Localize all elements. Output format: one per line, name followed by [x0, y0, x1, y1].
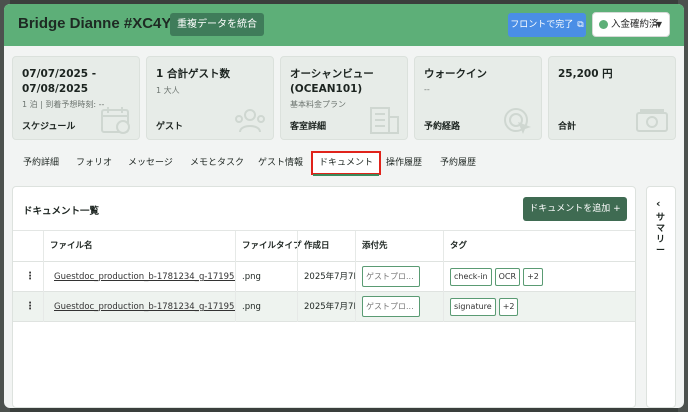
- summary-label: サマリー: [656, 213, 666, 256]
- attach-cell: ゲストプロ...: [355, 262, 443, 292]
- room-plan: 基本料金プラン: [290, 100, 346, 109]
- table-row[interactable]: ⋮ Guestdoc_production_b-1781234_g-171951…: [13, 292, 635, 322]
- summary-side-tab[interactable]: ‹ サマリー: [646, 186, 676, 408]
- header-tags[interactable]: タグ: [443, 231, 635, 262]
- total-label: 合計: [558, 122, 577, 132]
- room-card[interactable]: オーシャンビュー (OCEAN101) 基本料金プラン 客室詳細: [280, 56, 408, 140]
- summary-cards: 07/07/2025 - 07/08/2025 1 泊 | 到着予想時刻: --…: [12, 56, 678, 140]
- tab-folio[interactable]: フォリオ: [76, 150, 112, 176]
- reservation-tabs: 予約詳細 フォリオ メッセージ メモとタスク ゲスト情報 ドキュメント 操作履歴…: [12, 150, 612, 178]
- building-icon: [370, 107, 399, 134]
- tag-more-chip[interactable]: +2: [523, 268, 543, 286]
- tag-chip[interactable]: OCR: [494, 268, 521, 286]
- more-vertical-icon[interactable]: ⋮: [25, 270, 35, 284]
- created-cell: 2025年7月7E: [297, 262, 355, 292]
- schedule-sub: 1 泊 | 到着予想時刻: --: [22, 100, 105, 109]
- channel-sub: --: [424, 85, 430, 94]
- tab-reservation-history[interactable]: 予約履歴: [440, 150, 476, 176]
- channel-name: ウォークイン: [424, 68, 487, 80]
- header-file-name[interactable]: ファイル名: [43, 231, 235, 262]
- table-row[interactable]: ⋮ Guestdoc_production_b-1781234_g-171951…: [13, 262, 635, 292]
- chevron-down-icon: ▼: [655, 20, 662, 29]
- guest-total: 1 合計ゲスト数: [156, 68, 230, 80]
- merge-duplicates-button[interactable]: 重複データを統合: [170, 13, 264, 36]
- header-created[interactable]: 作成日: [297, 231, 355, 262]
- file-name-cell: Guestdoc_production_b-1781234_g-1719514: [43, 292, 235, 322]
- tab-notes-tasks[interactable]: メモとタスク: [190, 150, 244, 176]
- reservation-modal: Bridge Dianne #XC4YF5-1 重複データを統合 フロントで完了…: [4, 4, 684, 408]
- complete-at-front-label: フロントで完了: [510, 20, 574, 30]
- add-document-button[interactable]: ドキュメントを追加 +: [523, 197, 627, 221]
- schedule-label: スケジュール: [22, 122, 76, 132]
- header-attached-to[interactable]: 添付先: [355, 231, 443, 262]
- tab-messages[interactable]: メッセージ: [128, 150, 173, 176]
- status-dot-icon: [599, 20, 608, 29]
- file-name-link[interactable]: Guestdoc_production_b-1781234_g-1719514: [54, 272, 235, 282]
- external-link-icon: ⧉: [577, 20, 584, 30]
- created-cell: 2025年7月7E: [297, 292, 355, 322]
- file-type-cell: .png: [235, 262, 297, 292]
- guests-icon: [235, 109, 265, 133]
- header-file-type[interactable]: ファイルタイプ: [235, 231, 302, 262]
- tags-cell: check-in OCR +2: [443, 262, 635, 292]
- attach-cell: ゲストプロ...: [355, 292, 443, 322]
- attach-target-field[interactable]: ゲストプロ...: [362, 296, 420, 317]
- tab-documents[interactable]: ドキュメント: [311, 151, 382, 176]
- payment-status-dropdown[interactable]: 入金確約済 ▼: [592, 12, 670, 37]
- room-name: オーシャンビュー (OCEAN101): [290, 68, 374, 95]
- payment-status-label: 入金確約済: [611, 19, 659, 30]
- schedule-card[interactable]: 07/07/2025 - 07/08/2025 1 泊 | 到着予想時刻: --…: [12, 56, 140, 140]
- documents-panel: ドキュメント一覧 ドキュメントを追加 + ファイル名 ファイルタイプ 作成日 添…: [12, 186, 636, 408]
- guest-sub: 1 大人: [156, 86, 180, 95]
- money-icon: [636, 109, 668, 132]
- table-header: ファイル名 ファイルタイプ 作成日 添付先 タグ: [13, 230, 635, 262]
- tags-cell: signature +2: [443, 292, 635, 322]
- tag-chip[interactable]: check-in: [450, 268, 492, 286]
- tab-guest-info[interactable]: ゲスト情報: [258, 150, 303, 176]
- total-card[interactable]: 25,200 円 合計: [548, 56, 676, 140]
- schedule-dates: 07/07/2025 - 07/08/2025: [22, 68, 97, 95]
- tag-chip[interactable]: signature: [450, 298, 496, 316]
- row-actions-cell: ⋮: [13, 292, 43, 322]
- complete-at-front-button[interactable]: フロントで完了 ⧉: [508, 13, 586, 37]
- tag-more-chip[interactable]: +2: [498, 298, 519, 316]
- file-name-link[interactable]: Guestdoc_production_b-1781234_g-1719514: [54, 302, 235, 312]
- file-name-cell: Guestdoc_production_b-1781234_g-1719514: [43, 262, 235, 292]
- attach-target-field[interactable]: ゲストプロ...: [362, 266, 420, 287]
- total-amount: 25,200 円: [558, 68, 613, 80]
- guests-card[interactable]: 1 合計ゲスト数 1 大人 ゲスト: [146, 56, 274, 140]
- file-type-cell: .png: [235, 292, 297, 322]
- calendar-icon: [101, 107, 130, 134]
- channel-label: 予約経路: [424, 122, 461, 132]
- modal-header: Bridge Dianne #XC4YF5-1 重複データを統合 フロントで完了…: [4, 4, 684, 46]
- guests-label: ゲスト: [156, 122, 184, 132]
- cursor-click-icon: [504, 108, 531, 134]
- more-vertical-icon[interactable]: ⋮: [25, 300, 35, 314]
- tab-reservation-details[interactable]: 予約詳細: [23, 150, 59, 176]
- channel-card[interactable]: ウォークイン -- 予約経路: [414, 56, 542, 140]
- documents-title: ドキュメント一覧: [23, 206, 100, 217]
- chevron-left-icon: ‹: [656, 197, 661, 210]
- room-label: 客室詳細: [290, 122, 327, 132]
- header-actions-col: [13, 231, 43, 262]
- tab-operation-history[interactable]: 操作履歴: [386, 150, 422, 176]
- row-actions-cell: ⋮: [13, 262, 43, 292]
